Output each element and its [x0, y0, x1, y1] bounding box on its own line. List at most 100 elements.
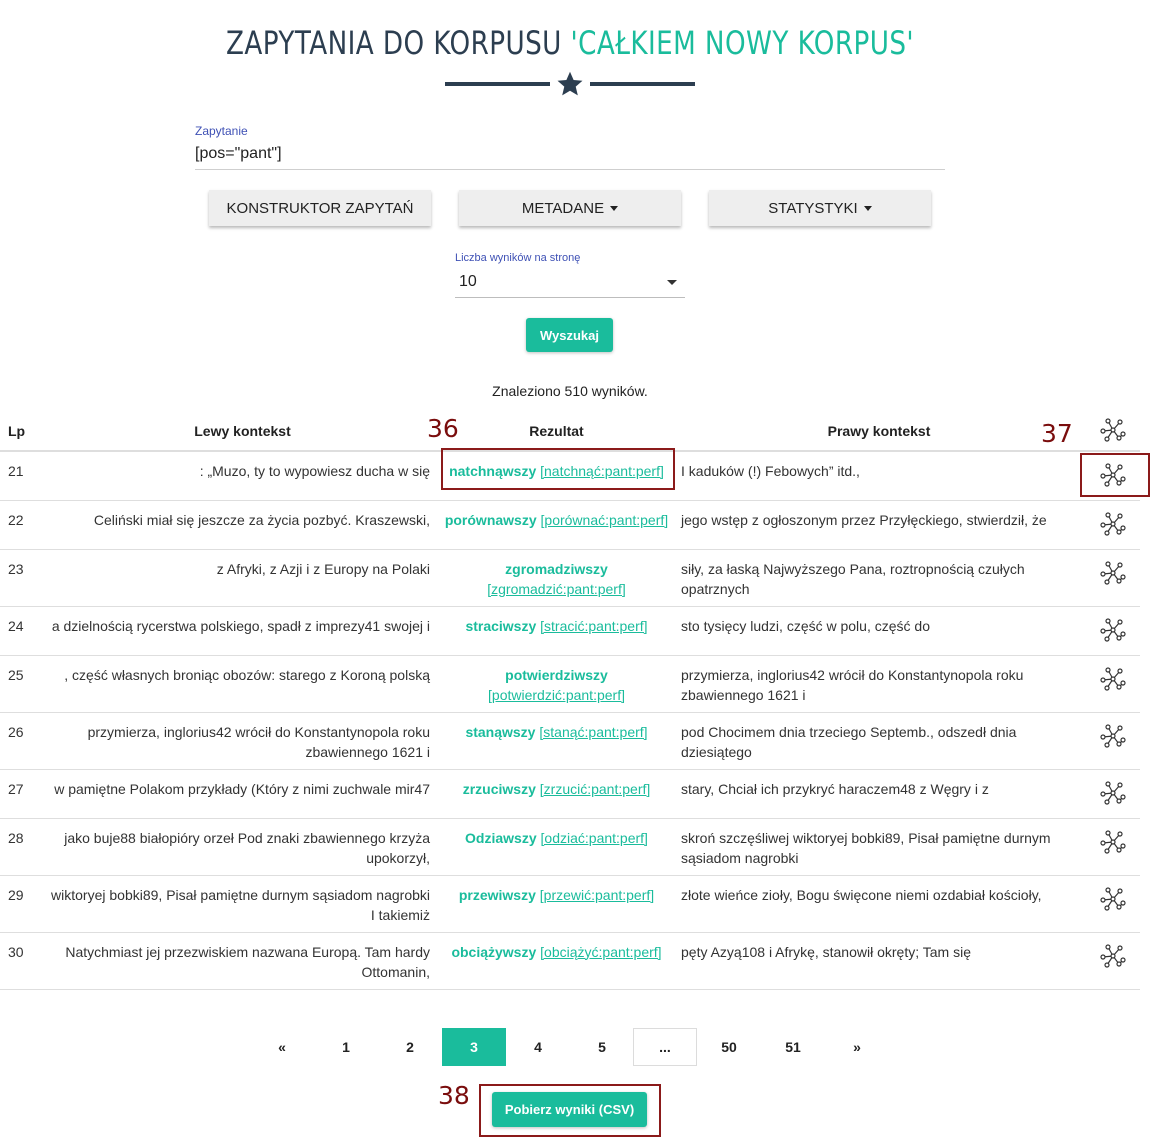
row-number: 23	[0, 549, 45, 607]
page-51[interactable]: 51	[761, 1028, 825, 1066]
search-button[interactable]: Wyszukaj	[526, 318, 613, 352]
result-word: stanąwszy	[465, 723, 536, 740]
result-cell: przewiwszy [przewić:pant:perf]	[440, 875, 673, 933]
result-cell: potwierdziwszy [potwierdzić:pant:perf]	[440, 655, 673, 713]
graph-icon[interactable]	[1099, 617, 1126, 643]
per-page-underline	[455, 297, 685, 298]
graph-cell	[1085, 875, 1140, 933]
per-page-label: Liczba wyników na stronę	[455, 252, 581, 264]
result-lemma-link[interactable]: [zgromadzić:pant:perf]	[487, 581, 626, 597]
caret-down-icon	[863, 205, 872, 211]
table-row: 28 jako buje88 białopióry orzeł Pod znaki…	[0, 818, 1140, 876]
result-lemma-link[interactable]: [przewić:pant:perf]	[540, 887, 654, 903]
left-context: w pamiętne Polakom przykłady (Który z ni…	[45, 769, 440, 819]
annotation-box-38	[479, 1084, 661, 1137]
column-header-left-context: Lewy kontekst	[45, 412, 440, 452]
table-row: 27 w pamiętne Polakom przykłady (Który z …	[0, 769, 1140, 819]
result-word: porównawszy	[444, 511, 537, 528]
result-word: zrzuciwszy	[462, 780, 536, 797]
page-title: ZAPYTANIA DO KORPUSU 'CAŁKIEM NOWY KORPU…	[103, 24, 1038, 62]
result-cell: zgromadziwszy [zgromadzić:pant:perf]	[440, 549, 673, 607]
annotation-box-37	[1080, 453, 1150, 497]
right-context: pod Chocimem dnia trzeciego Septemb., od…	[673, 712, 1085, 770]
page-ellipsis[interactable]: ...	[633, 1028, 697, 1066]
result-lemma-link[interactable]: [potwierdzić:pant:perf]	[488, 687, 625, 703]
results-table: Lp Lewy kontekst Rezultat Prawy kontekst…	[0, 412, 1140, 990]
result-word: potwierdziwszy	[505, 666, 608, 683]
row-number: 25	[0, 655, 45, 713]
result-cell: obciążywszy [obciążyć:pant:perf]	[440, 932, 673, 990]
graph-icon[interactable]	[1099, 560, 1126, 586]
graph-icon[interactable]	[1099, 723, 1126, 749]
statistics-button[interactable]: STATYSTYKI	[709, 190, 931, 226]
right-context: siły, za łaską Najwyższego Pana, roztrop…	[673, 549, 1085, 607]
column-header-right-context: Prawy kontekst	[673, 412, 1085, 452]
page-50[interactable]: 50	[697, 1028, 761, 1066]
result-lemma-link[interactable]: [porównać:pant:perf]	[541, 512, 669, 528]
metadata-button[interactable]: METADANE	[459, 190, 681, 226]
table-row: 22 Celiński miał się jeszcze za życia poz…	[0, 500, 1140, 550]
page-1[interactable]: 1	[314, 1028, 378, 1066]
result-word: przewiwszy	[458, 886, 536, 903]
result-lemma-link[interactable]: [obciążyć:pant:perf]	[540, 944, 661, 960]
table-header-row: Lp Lewy kontekst Rezultat Prawy kontekst	[0, 412, 1140, 452]
result-cell: Odziawszy [odziać:pant:perf]	[440, 818, 673, 876]
row-number: 26	[0, 712, 45, 770]
title-divider	[445, 70, 695, 100]
graph-icon[interactable]	[1099, 943, 1126, 969]
right-context: złote wieńce zioły, Bogu święcone niemi …	[673, 875, 1085, 933]
column-header-result: Rezultat	[440, 412, 673, 452]
dropdown-arrow-icon[interactable]	[667, 280, 677, 285]
column-header-lp: Lp	[0, 412, 45, 452]
query-builder-button[interactable]: KONSTRUKTOR ZAPYTAŃ	[209, 190, 431, 226]
result-lemma-link[interactable]: [zrzucić:pant:perf]	[540, 781, 651, 797]
left-context: a dzielnością rycerstwa polskiego, spadł…	[45, 606, 440, 656]
statistics-label: STATYSTYKI	[768, 199, 858, 217]
corpus-name: 'CAŁKIEM NOWY KORPUS'	[570, 24, 915, 62]
page-4[interactable]: 4	[506, 1028, 570, 1066]
result-cell: stanąwszy [stanąć:pant:perf]	[440, 712, 673, 770]
left-context: przymierza, inglorius42 wrócił do Konsta…	[45, 712, 440, 770]
page-next[interactable]: »	[825, 1028, 889, 1066]
row-number: 28	[0, 818, 45, 876]
page-2[interactable]: 2	[378, 1028, 442, 1066]
per-page-select[interactable]: 10	[459, 273, 477, 291]
graph-icon[interactable]	[1099, 666, 1126, 692]
page-3[interactable]: 3	[442, 1028, 506, 1066]
graph-cell	[1085, 818, 1140, 876]
query-input[interactable]: [pos="pant"]	[195, 145, 282, 163]
table-row: 24 a dzielnością rycerstwa polskiego, spa…	[0, 606, 1140, 656]
graph-cell	[1085, 932, 1140, 990]
page-prev[interactable]: «	[250, 1028, 314, 1066]
caret-down-icon	[610, 205, 619, 211]
graph-cell	[1085, 712, 1140, 770]
row-number: 24	[0, 606, 45, 656]
result-word: zgromadziwszy	[505, 560, 608, 577]
graph-cell	[1085, 655, 1140, 713]
result-word: obciążywszy	[451, 943, 537, 960]
graph-cell	[1085, 769, 1140, 819]
graph-icon[interactable]	[1099, 886, 1126, 912]
graph-icon[interactable]	[1099, 780, 1126, 806]
right-context: stary, Chciał ich przykryć haraczem48 z …	[673, 769, 1085, 819]
column-header-graph	[1085, 412, 1140, 452]
right-context: skroń szczęśliwej wiktoryej bobki89, Pis…	[673, 818, 1085, 876]
result-lemma-link[interactable]: [stracić:pant:perf]	[540, 618, 647, 634]
query-underline	[195, 169, 945, 170]
graph-icon[interactable]	[1099, 511, 1126, 537]
left-context: wiktoryej bobki89, Pisał pamiętne durnym…	[45, 875, 440, 933]
right-context: sto tysięcy ludzi, część w polu, część d…	[673, 606, 1085, 656]
graph-icon[interactable]	[1099, 829, 1126, 855]
table-row: 29 wiktoryej bobki89, Pisał pamiętne durn…	[0, 875, 1140, 933]
page-5[interactable]: 5	[570, 1028, 634, 1066]
results-count: Znaleziono 510 wyników.	[492, 383, 648, 399]
graph-icon[interactable]	[1099, 417, 1126, 443]
annotation-38: 38	[438, 1081, 470, 1110]
graph-cell	[1085, 549, 1140, 607]
result-lemma-link[interactable]: [stanąć:pant:perf]	[539, 724, 647, 740]
result-cell: porównawszy [porównać:pant:perf]	[440, 500, 673, 550]
right-context: przymierza, inglorius42 wrócił do Konsta…	[673, 655, 1085, 713]
left-context: jako buje88 białopióry orzeł Pod znaki z…	[45, 818, 440, 876]
metadata-label: METADANE	[521, 199, 605, 217]
result-lemma-link[interactable]: [odziać:pant:perf]	[541, 830, 648, 846]
